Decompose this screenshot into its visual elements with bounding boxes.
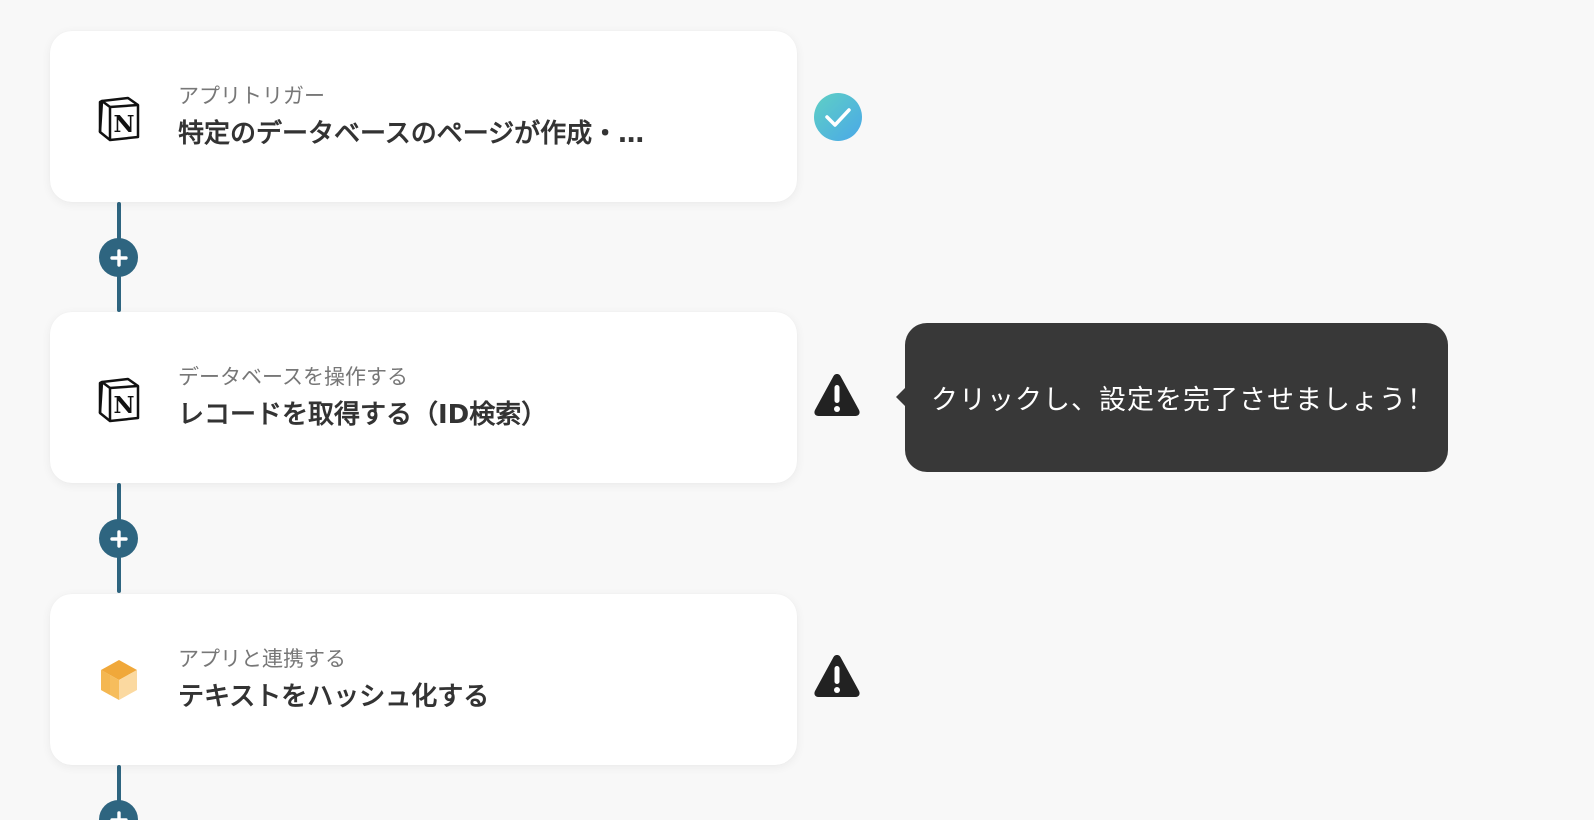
svg-text:N: N (113, 392, 134, 419)
notion-icon: N (98, 96, 140, 142)
warning-icon (814, 655, 860, 697)
add-step-button[interactable] (99, 238, 138, 277)
step-title: 特定のデータベースのページが作成・… (178, 119, 645, 149)
step-title: テキストをハッシュ化する (178, 682, 490, 712)
step-type-label: データベースを操作する (178, 365, 408, 389)
warning-icon (814, 374, 860, 416)
setup-hint-tooltip: クリックし、設定を完了させましょう！ (896, 323, 1448, 472)
notion-icon: N (98, 377, 140, 423)
plus-icon (109, 248, 128, 267)
flow-step-card[interactable]: N データベースを操作する レコードを取得する（ID検索） (50, 312, 797, 483)
plus-icon (109, 810, 128, 820)
flow-canvas: N アプリトリガー 特定のデータベースのページが作成・… N データベースを操作… (0, 0, 1594, 820)
cube-icon (101, 660, 137, 700)
step-type-label: アプリトリガー (178, 84, 325, 108)
add-step-button[interactable] (99, 800, 138, 820)
check-circle-icon (814, 93, 862, 141)
svg-text:N: N (113, 111, 134, 138)
flow-step-card[interactable]: N アプリトリガー 特定のデータベースのページが作成・… (50, 31, 797, 202)
step-title: レコードを取得する（ID検索） (178, 400, 548, 430)
flow-step-card[interactable]: アプリと連携する テキストをハッシュ化する (50, 594, 797, 765)
plus-icon (109, 529, 128, 548)
add-step-button[interactable] (99, 519, 138, 558)
tooltip-text: クリックし、設定を完了させましょう！ (931, 385, 1435, 416)
step-type-label: アプリと連携する (178, 647, 346, 671)
